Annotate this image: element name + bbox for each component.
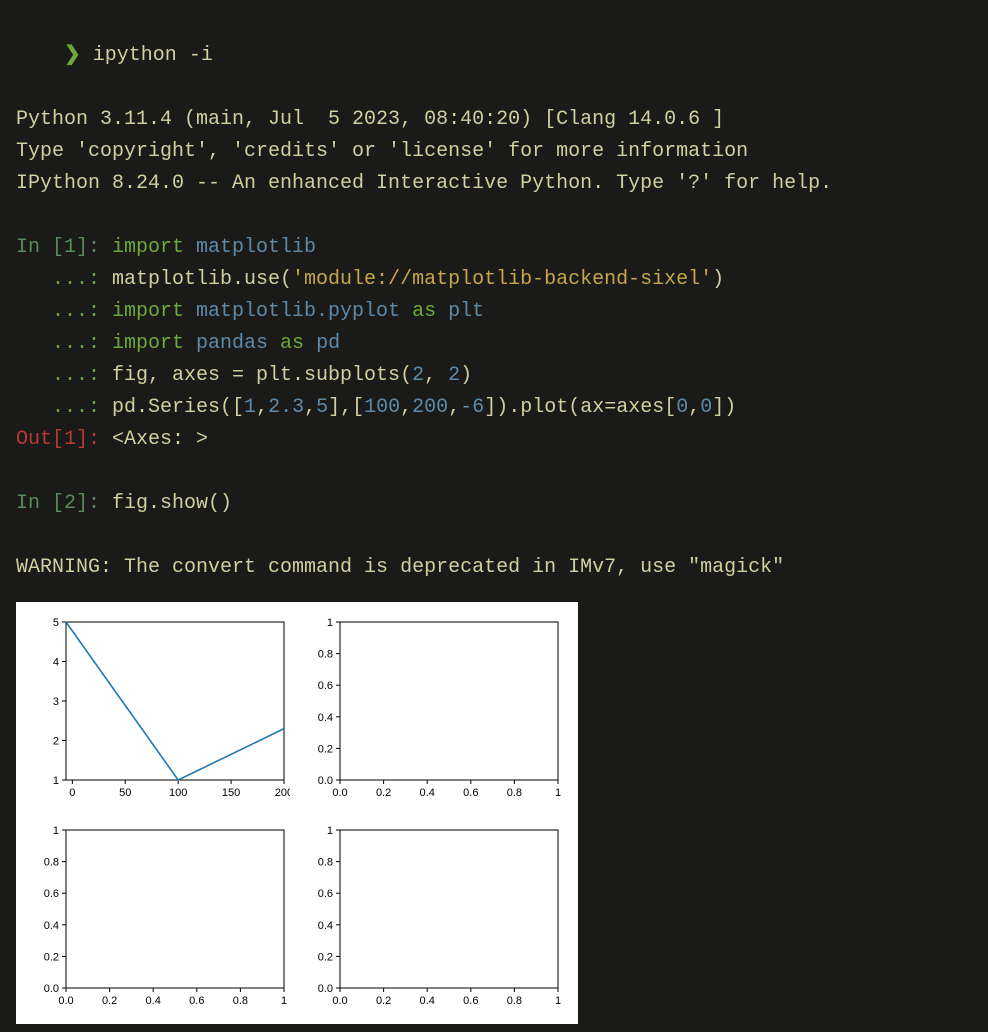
in-cell-2: In [2]: fig.show() xyxy=(16,488,972,520)
svg-text:0.2: 0.2 xyxy=(376,787,391,799)
svg-text:150: 150 xyxy=(222,787,240,799)
svg-text:0.2: 0.2 xyxy=(318,743,333,755)
svg-text:0.2: 0.2 xyxy=(376,995,391,1007)
svg-text:0.6: 0.6 xyxy=(318,680,333,692)
svg-text:0.0: 0.0 xyxy=(332,995,347,1007)
svg-text:0.0: 0.0 xyxy=(318,983,333,995)
blank-line xyxy=(16,520,972,552)
svg-text:5: 5 xyxy=(53,617,59,629)
shell-command xyxy=(81,44,93,67)
out-cell-1: Out[1]: <Axes: > xyxy=(16,424,972,456)
in-cell-1-line-4: ...: import pandas as pd xyxy=(16,328,972,360)
svg-text:100: 100 xyxy=(169,787,187,799)
python-version: Python 3.11.4 (main, Jul 5 2023, 08:40:2… xyxy=(16,104,972,136)
in-cell-1-line-1: In [1]: import matplotlib xyxy=(16,232,972,264)
blank-line xyxy=(16,200,972,232)
prompt-icon: ❯ xyxy=(64,44,81,67)
svg-text:0.2: 0.2 xyxy=(44,951,59,963)
out-marker: Out[1]: xyxy=(16,428,112,451)
svg-text:1: 1 xyxy=(53,825,59,837)
in-cell-1-line-6: ...: pd.Series([1,2.3,5],[100,200,-6]).p… xyxy=(16,392,972,424)
svg-text:200: 200 xyxy=(275,787,290,799)
svg-text:0.6: 0.6 xyxy=(189,995,204,1007)
svg-text:0.4: 0.4 xyxy=(44,920,59,932)
svg-text:2: 2 xyxy=(53,736,59,748)
svg-text:0.4: 0.4 xyxy=(318,920,333,932)
svg-text:0.8: 0.8 xyxy=(318,649,333,661)
svg-text:1: 1 xyxy=(281,995,287,1007)
svg-text:0.8: 0.8 xyxy=(507,787,522,799)
svg-text:1: 1 xyxy=(555,787,561,799)
ipython-version: IPython 8.24.0 -- An enhanced Interactiv… xyxy=(16,168,972,200)
svg-text:0.6: 0.6 xyxy=(318,888,333,900)
svg-text:0.4: 0.4 xyxy=(146,995,161,1007)
svg-text:0.8: 0.8 xyxy=(507,995,522,1007)
svg-text:0.4: 0.4 xyxy=(318,712,333,724)
warning-line: WARNING: The convert command is deprecat… xyxy=(16,552,972,584)
data-series xyxy=(66,622,284,780)
svg-text:0.0: 0.0 xyxy=(332,787,347,799)
subplot-bottom-left: 0.0 0.2 0.4 0.6 0.8 1 0.0 0.2 0.4 0.6 0.8 1 xyxy=(30,824,290,1014)
svg-text:0: 0 xyxy=(69,787,75,799)
svg-text:1: 1 xyxy=(327,825,333,837)
svg-text:0.8: 0.8 xyxy=(233,995,248,1007)
svg-text:0.2: 0.2 xyxy=(102,995,117,1007)
svg-text:0.8: 0.8 xyxy=(318,857,333,869)
svg-text:0.4: 0.4 xyxy=(420,995,435,1007)
matplotlib-figure: 050100150200123450.00.20.40.60.810.00.20… xyxy=(16,602,578,1024)
svg-text:0.2: 0.2 xyxy=(318,951,333,963)
svg-text:0.4: 0.4 xyxy=(420,787,435,799)
svg-text:3: 3 xyxy=(53,696,59,708)
svg-text:1: 1 xyxy=(327,617,333,629)
in-cell-1-line-5: ...: fig, axes = plt.subplots(2, 2) xyxy=(16,360,972,392)
in-cell-1-line-3: ...: import matplotlib.pyplot as plt xyxy=(16,296,972,328)
subplot-top-left: 0 50 100 150 200 1 2 3 4 5 xyxy=(30,616,290,806)
svg-text:4: 4 xyxy=(53,657,59,669)
svg-text:0.0: 0.0 xyxy=(44,983,59,995)
svg-text:1: 1 xyxy=(53,775,59,787)
svg-text:1: 1 xyxy=(555,995,561,1007)
blank-line xyxy=(16,456,972,488)
svg-text:0.0: 0.0 xyxy=(318,775,333,787)
python-copyright: Type 'copyright', 'credits' or 'license'… xyxy=(16,136,972,168)
svg-text:0.0: 0.0 xyxy=(58,995,73,1007)
subplot-top-right: 0.0 0.2 0.4 0.6 0.8 1 0.0 0.2 0.4 0.6 0.8 1 xyxy=(304,616,564,806)
shell-prompt-line: ❯ ipython -i xyxy=(16,8,972,104)
continuation-marker: ...: xyxy=(16,268,112,291)
svg-text:0.6: 0.6 xyxy=(463,787,478,799)
terminal[interactable]: ❯ ipython -i Python 3.11.4 (main, Jul 5 … xyxy=(16,8,972,1024)
svg-text:50: 50 xyxy=(119,787,131,799)
svg-text:0.6: 0.6 xyxy=(44,888,59,900)
in-marker: In [1]: xyxy=(16,236,112,259)
svg-text:0.8: 0.8 xyxy=(44,857,59,869)
subplot-bottom-right: 0.0 0.2 0.4 0.6 0.8 1 0.0 0.2 0.4 0.6 0.8 1 xyxy=(304,824,564,1014)
in-cell-1-line-2: ...: matplotlib.use('module://matplotlib… xyxy=(16,264,972,296)
svg-text:0.6: 0.6 xyxy=(463,995,478,1007)
